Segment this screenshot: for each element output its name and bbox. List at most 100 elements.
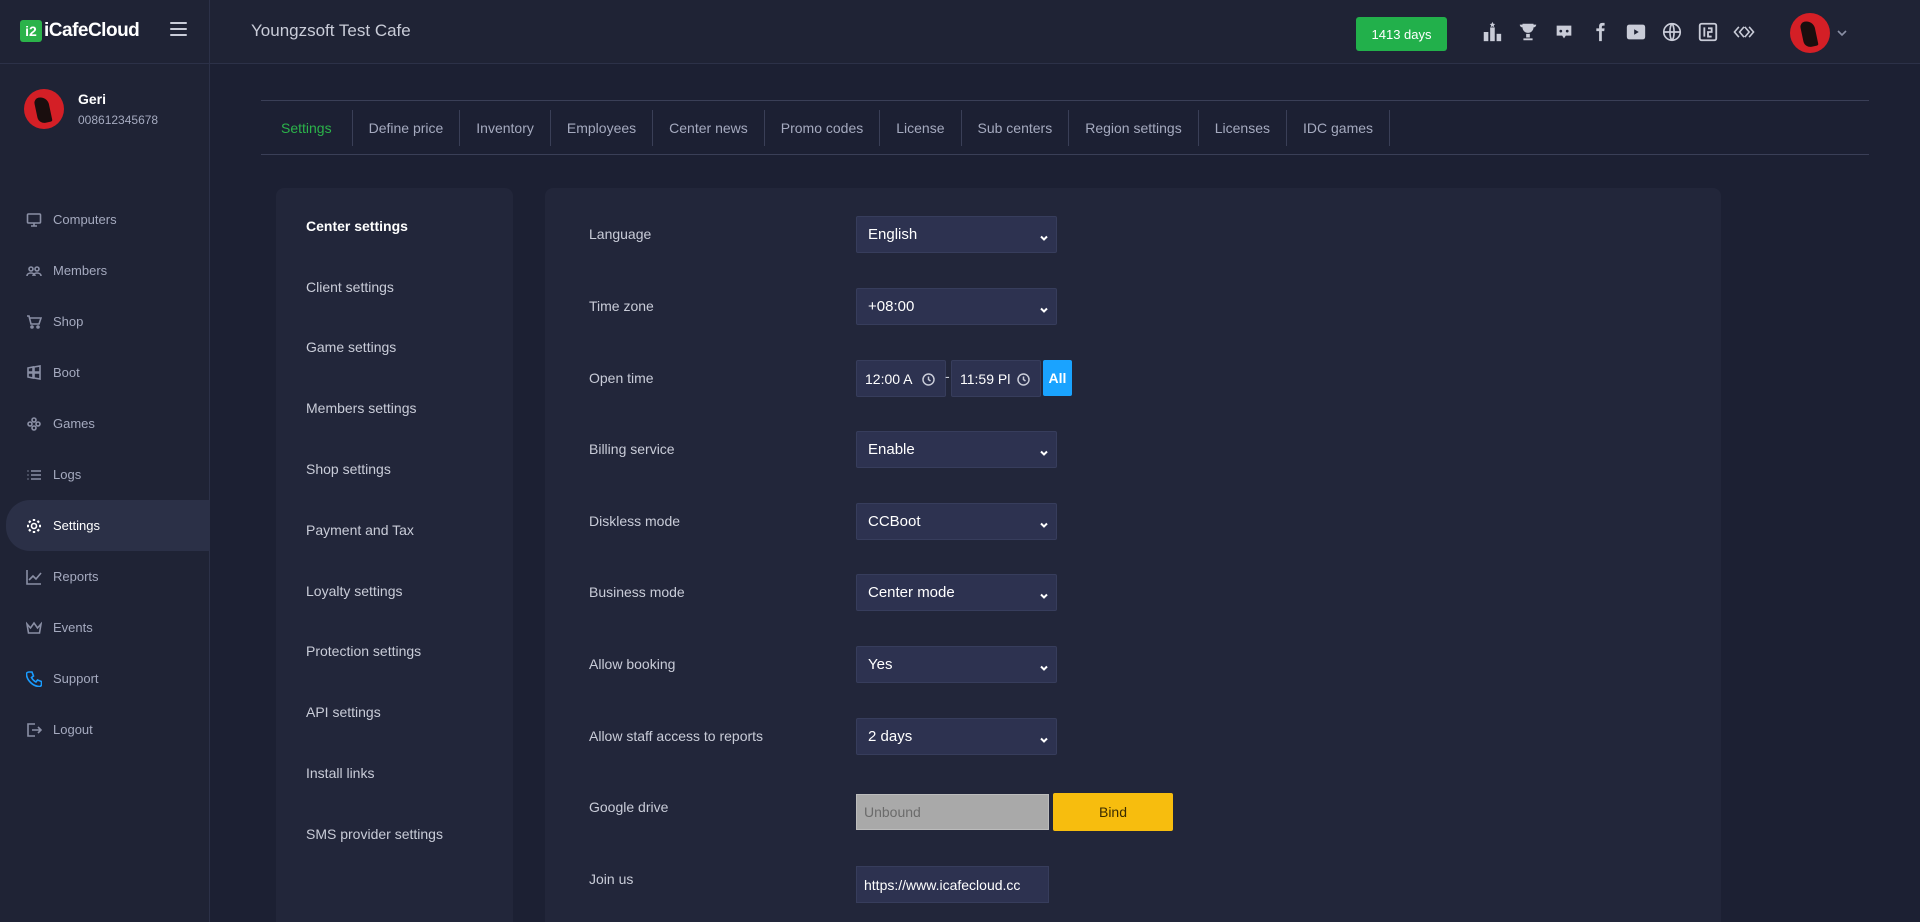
logo-text: iCafeCloud xyxy=(44,20,140,41)
users-icon xyxy=(25,262,43,280)
settings-tab-bar: Settings Define price Inventory Employee… xyxy=(261,100,1869,155)
join-us-value: https://www.icafecloud.cc xyxy=(864,876,1021,893)
timezone-select[interactable]: +08:00 xyxy=(856,288,1057,325)
subsetting-center[interactable]: Center settings xyxy=(306,218,408,234)
tab-licenses[interactable]: Licenses xyxy=(1199,109,1287,146)
list-icon xyxy=(25,466,43,484)
subsetting-sms-provider[interactable]: SMS provider settings xyxy=(306,826,443,842)
business-label: Business mode xyxy=(589,584,685,600)
logo-mark: i2 xyxy=(20,20,42,42)
sidebar-item-logout[interactable]: Logout xyxy=(0,704,210,755)
sidebar-item-events[interactable]: Events xyxy=(0,602,210,653)
sidebar-item-members[interactable]: Members xyxy=(0,245,210,296)
google-drive-bind-button[interactable]: Bind xyxy=(1053,793,1173,831)
clock-icon xyxy=(1017,373,1030,386)
tab-settings[interactable]: Settings xyxy=(261,109,353,146)
subsetting-members[interactable]: Members settings xyxy=(306,400,416,416)
subsetting-payment-tax[interactable]: Payment and Tax xyxy=(306,522,414,538)
cart-icon xyxy=(25,313,43,331)
chart-icon xyxy=(25,568,43,586)
join-us-label: Join us xyxy=(589,871,634,887)
google-drive-label: Google drive xyxy=(589,799,669,815)
subsetting-api[interactable]: API settings xyxy=(306,704,381,720)
tab-employees[interactable]: Employees xyxy=(551,109,654,146)
discord-icon[interactable] xyxy=(1546,18,1582,46)
staff-reports-value: 2 days xyxy=(868,728,913,745)
facebook-icon[interactable] xyxy=(1582,18,1618,46)
top-bar: i2 iCafeCloud Youngzsoft Test Cafe 1413 … xyxy=(0,0,1920,64)
billing-select[interactable]: Enable xyxy=(856,431,1057,468)
menu-toggle-icon[interactable] xyxy=(170,22,187,36)
sidebar-item-games[interactable]: Games xyxy=(0,398,210,449)
subsetting-install-links[interactable]: Install links xyxy=(306,765,374,781)
sidebar-item-boot[interactable]: Boot xyxy=(0,347,210,398)
icafe-icon[interactable] xyxy=(1690,18,1726,46)
subsetting-loyalty[interactable]: Loyalty settings xyxy=(306,583,403,599)
settings-category-panel: Center settings Client settings Game set… xyxy=(276,188,513,922)
open-time-end-input[interactable]: 11:59 Pl xyxy=(951,360,1041,397)
billing-value: Enable xyxy=(868,441,915,458)
tab-promo-codes[interactable]: Promo codes xyxy=(765,109,881,146)
sidebar-item-reports[interactable]: Reports xyxy=(0,551,210,602)
google-drive-placeholder: Unbound xyxy=(864,804,921,820)
sidebar-item-logs[interactable]: Logs xyxy=(0,449,210,500)
tab-sub-centers[interactable]: Sub centers xyxy=(962,109,1070,146)
clock-icon xyxy=(922,373,935,386)
subsetting-game[interactable]: Game settings xyxy=(306,339,396,355)
tab-region-settings[interactable]: Region settings xyxy=(1069,109,1199,146)
profile-name: Geri xyxy=(78,91,107,107)
booking-label: Allow booking xyxy=(589,656,676,672)
chevron-down-icon xyxy=(1039,230,1049,241)
monitor-icon xyxy=(25,211,43,229)
subsetting-client[interactable]: Client settings xyxy=(306,279,394,295)
ccboot-icon[interactable] xyxy=(1726,18,1762,46)
tab-inventory[interactable]: Inventory xyxy=(460,109,551,146)
open-time-start-value: 12:00 A xyxy=(865,370,913,387)
staff-reports-select[interactable]: 2 days xyxy=(856,718,1057,755)
logo[interactable]: i2 iCafeCloud xyxy=(20,20,140,42)
booking-select[interactable]: Yes xyxy=(856,646,1057,683)
tab-license[interactable]: License xyxy=(880,109,962,146)
tab-idc-games[interactable]: IDC games xyxy=(1287,109,1391,146)
billing-label: Billing service xyxy=(589,441,675,457)
chevron-down-icon xyxy=(1039,732,1049,743)
language-select[interactable]: English xyxy=(856,216,1057,253)
open-time-all-button[interactable]: All xyxy=(1043,360,1072,396)
sidebar-item-settings[interactable]: Settings xyxy=(6,500,210,551)
globe-icon[interactable] xyxy=(1654,18,1690,46)
chevron-down-icon[interactable] xyxy=(1837,25,1847,37)
gear-icon xyxy=(25,517,43,535)
join-us-input[interactable]: https://www.icafecloud.cc xyxy=(856,866,1049,903)
open-time-start-input[interactable]: 12:00 A xyxy=(856,360,946,397)
sidebar-item-label: Members xyxy=(53,263,108,278)
sidebar-item-label: Settings xyxy=(53,518,100,533)
days-remaining-badge[interactable]: 1413 days xyxy=(1356,17,1447,51)
trophy-icon[interactable] xyxy=(1510,18,1546,46)
tab-center-news[interactable]: Center news xyxy=(653,109,765,146)
tab-define-price[interactable]: Define price xyxy=(353,109,461,146)
google-drive-input[interactable]: Unbound xyxy=(856,794,1049,830)
gamepad-icon xyxy=(25,415,43,433)
sidebar-item-shop[interactable]: Shop xyxy=(0,296,210,347)
cafe-title: Youngzsoft Test Cafe xyxy=(251,21,411,40)
chevron-down-icon xyxy=(1039,445,1049,456)
diskless-select[interactable]: CCBoot xyxy=(856,503,1057,540)
brand-area: i2 iCafeCloud xyxy=(0,0,210,64)
subsetting-protection[interactable]: Protection settings xyxy=(306,643,421,659)
language-value: English xyxy=(868,226,918,243)
avatar xyxy=(24,89,64,129)
sidebar-item-support[interactable]: Support xyxy=(0,653,210,704)
sidebar-item-computers[interactable]: Computers xyxy=(0,194,210,245)
sidebar-item-label: Shop xyxy=(53,314,84,329)
logout-icon xyxy=(25,721,43,739)
business-select[interactable]: Center mode xyxy=(856,574,1057,611)
sidebar-nav: Computers Members Shop Boot Games Logs S… xyxy=(0,194,210,755)
youtube-icon[interactable] xyxy=(1618,18,1654,46)
ranking-icon[interactable] xyxy=(1474,18,1510,46)
subsetting-shop[interactable]: Shop settings xyxy=(306,461,391,477)
diskless-value: CCBoot xyxy=(868,513,921,530)
chevron-down-icon xyxy=(1039,588,1049,599)
sidebar: Geri 008612345678 Computers Members Shop… xyxy=(0,64,210,922)
user-avatar[interactable] xyxy=(1790,13,1830,53)
sidebar-item-label: Reports xyxy=(53,569,99,584)
